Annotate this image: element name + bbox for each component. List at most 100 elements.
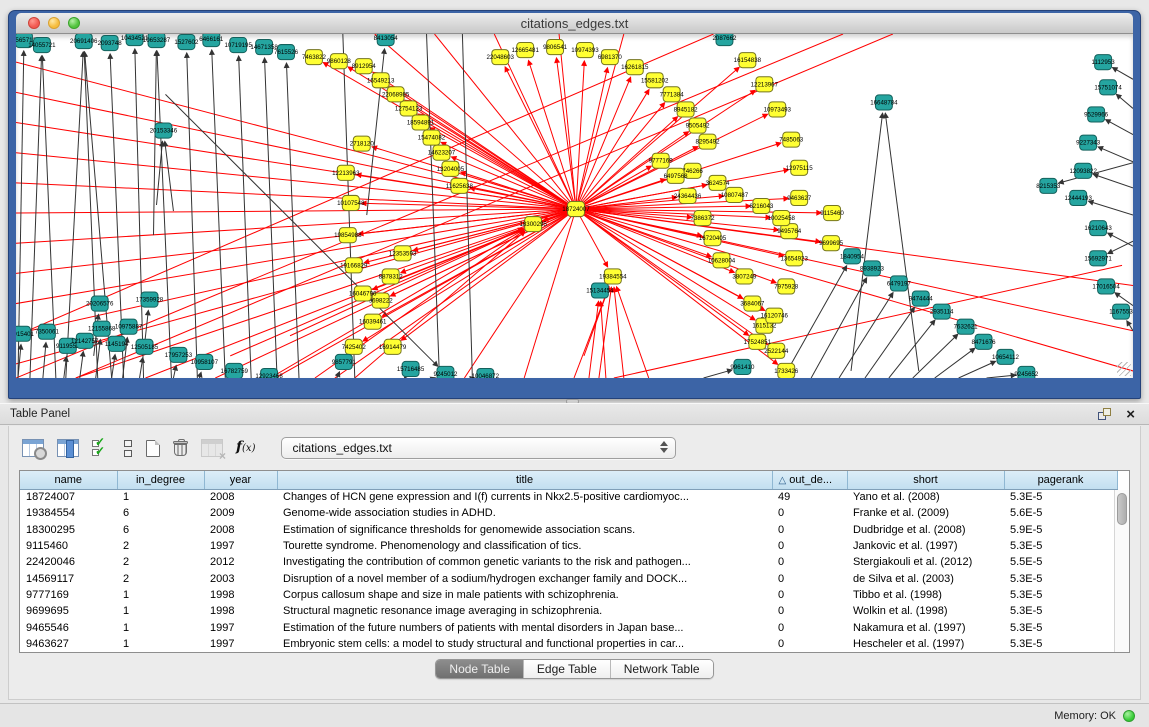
window-titlebar[interactable]: citations_edges.txt [16,13,1133,34]
graph-node[interactable]: 12444193 [1064,190,1092,205]
graph-node[interactable]: 1733426 [774,363,799,378]
graph-node[interactable]: 10653287 [143,34,171,48]
column-header-in_degree[interactable]: in_degree [117,471,204,489]
graph-node[interactable]: 2935114 [930,304,954,319]
graph-node[interactable]: 7771384 [660,87,685,102]
graph-node[interactable]: 8912954 [352,59,377,74]
graph-node[interactable]: 20206576 [86,296,114,311]
network-canvas[interactable]: 7462661112953114519411675531527602161513… [16,34,1133,378]
column-visibility-button[interactable] [56,438,80,458]
tab-network-table[interactable]: Network Table [610,660,713,678]
table-row[interactable]: 969969511998Structural magnetic resonanc… [20,603,1117,619]
graph-node[interactable]: 20691406 [70,34,98,49]
float-panel-icon[interactable] [1098,408,1113,421]
graph-node[interactable]: 12213967 [751,77,779,92]
graph-node[interactable]: 2093748 [98,36,123,51]
column-header-name[interactable]: name [20,471,117,489]
graph-node[interactable]: 6216043 [749,198,774,213]
column-header-title[interactable]: title [277,471,772,489]
new-column-button[interactable] [145,439,161,458]
graph-node[interactable]: 7632621 [954,319,979,334]
close-panel-icon[interactable]: × [1126,408,1135,421]
graph-node[interactable]: 12665481 [511,43,539,58]
graph-node[interactable]: 1112953 [1092,55,1116,70]
function-builder-button[interactable]: f(x) [235,437,256,459]
graph-node[interactable]: 12353593 [389,246,417,261]
graph-node[interactable]: 9699695 [819,236,844,251]
graph-node[interactable]: 12975115 [786,160,813,175]
graph-node[interactable]: 9227343 [1076,135,1101,150]
graph-node[interactable]: 3807249 [732,269,757,284]
graph-node[interactable]: 13654923 [781,251,809,266]
table-scrollbar-thumb[interactable] [1117,493,1127,525]
column-header-pagerank[interactable]: pagerank [1004,471,1117,489]
graph-node[interactable]: 9860128 [327,54,352,69]
graph-node[interactable]: 17957253 [165,347,193,362]
graph-node[interactable]: 8413054 [374,34,399,46]
canvas-resize-grip-icon[interactable] [1117,362,1131,376]
graph-node[interactable]: 16720405 [699,231,727,246]
graph-node[interactable]: 9777169 [649,153,674,168]
graph-node[interactable]: 10719195 [225,38,253,53]
table-row[interactable]: 946554611997Estimation of the future num… [20,619,1117,635]
graph-node[interactable]: 8945182 [674,102,699,117]
table-row[interactable]: 1938455462009Genome-wide association stu… [20,505,1117,521]
graph-node[interactable]: 17016504 [1092,279,1120,294]
graph-node[interactable]: 9245012 [433,366,458,378]
tab-edge-table[interactable]: Edge Table [523,660,610,678]
graph-node[interactable]: 8215353 [1036,178,1061,193]
graph-node[interactable]: 7463822 [302,50,327,65]
graph-node[interactable]: 8938923 [860,261,885,276]
graph-node[interactable]: 16914479 [379,339,407,354]
tab-node-table[interactable]: Node Table [436,660,523,678]
graph-node[interactable]: 7975928 [774,279,799,294]
graph-node[interactable]: 7485063 [779,132,804,147]
table-row[interactable]: 2242004622012Investigating the contribut… [20,554,1117,570]
graph-node[interactable]: 12093822 [1069,163,1097,178]
graph-node[interactable]: 16549213 [367,73,395,88]
graph-node[interactable]: 7350061 [35,324,60,339]
column-header-out_de[interactable]: △out_de... [772,471,847,489]
graph-node[interactable]: 2718120 [350,136,375,151]
graph-node[interactable]: 9115460 [820,205,844,220]
delete-table-button[interactable] [200,438,224,458]
graph-node[interactable]: 9529966 [1084,107,1109,122]
graph-node[interactable]: 1145194 [105,336,129,351]
table-row[interactable]: 977716911998Corpus callosum shape and si… [20,587,1117,603]
table-options-button[interactable] [21,438,45,458]
network-select[interactable]: citations_edges.txt [281,437,676,459]
graph-node[interactable]: 1167553 [1109,304,1133,319]
graph-node[interactable]: 9463627 [787,190,812,205]
graph-node[interactable]: 10958107 [191,354,219,369]
graph-node[interactable]: 12923468 [255,368,283,378]
graph-node[interactable]: 9474444 [909,291,934,306]
graph-node[interactable]: 16648784 [870,95,898,110]
network-graph[interactable]: 7462661112953114519411675531527602161513… [16,34,1133,378]
row-height-button[interactable] [123,439,134,458]
graph-node[interactable]: 10975887 [115,319,143,334]
graph-node[interactable]: 10654112 [992,349,1019,364]
table-row[interactable]: 1872400712008Changes of HCN gene express… [20,489,1117,505]
graph-node[interactable]: 10973493 [764,102,792,117]
table-row[interactable]: 911546021997Tourette syndrome. Phenomeno… [20,538,1117,554]
table-row[interactable]: 1456911722003Disruption of a novel membe… [20,570,1117,586]
graph-node[interactable]: 16154838 [734,53,762,68]
table-scrollbar[interactable] [1114,490,1129,652]
graph-node[interactable]: 7425402 [342,339,367,354]
column-header-short[interactable]: short [847,471,1004,489]
table-row[interactable]: 1830029562008Estimation of significance … [20,522,1117,538]
graph-node[interactable]: 9806541 [543,40,568,55]
graph-node[interactable]: 15751074 [1094,80,1122,95]
graph-node[interactable]: 1527602 [174,35,199,50]
graph-node[interactable]: 6466161 [199,34,224,47]
graph-node[interactable]: 8471676 [972,334,997,349]
graph-node[interactable]: 19854988 [334,228,362,243]
graph-node[interactable]: 2087662 [712,34,737,46]
delete-column-button[interactable] [172,438,189,458]
table-row[interactable]: 946362711997Embryonic stem cells: a mode… [20,636,1117,652]
graph-node[interactable]: 19384554 [599,269,627,284]
graph-node[interactable]: 10628004 [708,253,736,268]
graph-node[interactable]: 17359928 [136,292,164,307]
graph-node[interactable]: 15581202 [641,73,669,88]
graph-node[interactable]: 15716485 [397,361,425,376]
